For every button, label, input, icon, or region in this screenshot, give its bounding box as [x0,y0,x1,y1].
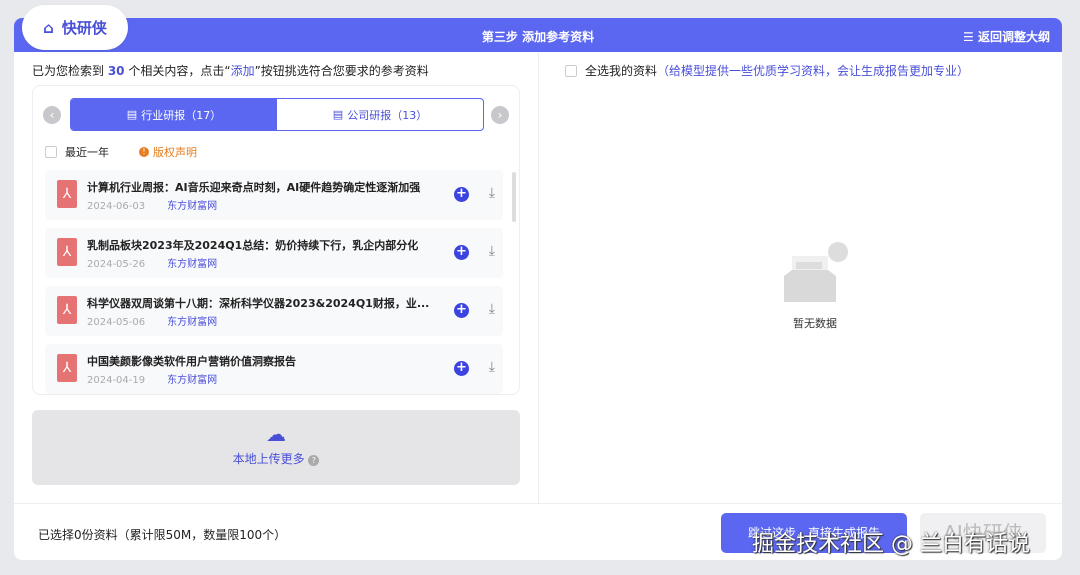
main-card: 第三步 添加参考资料 ☰ 返回调整大纲 已为您检索到 30 个相关内容，点击“添… [14,18,1062,560]
empty-inbox-icon [784,242,848,302]
document-icon: ▤ [332,108,344,121]
pdf-icon: ⅄ [57,180,77,208]
tab-company-report[interactable]: ▤ 公司研报（13） [277,99,483,130]
upload-button[interactable]: ☁ 本地上传更多 ? [32,410,520,485]
add-button[interactable]: + [454,245,469,260]
empty-state: 暂无数据 [770,240,860,331]
tabs: ▤ 行业研报（17） ▤ 公司研报（13） [70,98,484,131]
filters: 最近一年 ! 版权声明 [45,144,197,160]
download-icon[interactable]: ⤓ [489,243,495,259]
download-icon[interactable]: ⤓ [489,359,495,375]
download-icon[interactable]: ⤓ [489,301,495,317]
pdf-icon: ⅄ [57,238,77,266]
list-item: ⅄ 计算机行业周报：AI音乐迎来奇点时刻，AI硬件趋势确定性逐渐加强 2024-06… [45,170,503,220]
document-icon: ▤ [126,108,138,121]
info-icon: ! [139,147,149,157]
left-panel: 已为您检索到 30 个相关内容，点击“添加”按钮挑选符合您要求的参考资料 ‹ ▤… [14,52,539,503]
result-list: ⅄ 计算机行业周报：AI音乐迎来奇点时刻，AI硬件趋势确定性逐渐加强 2024-06… [45,170,503,402]
list-item: ⅄ 科学仪器双周谈第十八期：深析科学仪器2023&2024Q1财报，业... 202… [45,286,503,336]
home-icon: ⌂ [43,18,54,37]
cloud-upload-icon: ☁ [266,422,286,446]
download-icon[interactable]: ⤓ [489,185,495,201]
logo-text: 快研侠 [61,19,107,37]
tab-industry-report[interactable]: ▤ 行业研报（17） [71,99,277,130]
recent-year-checkbox[interactable] [45,146,57,158]
logo[interactable]: ⌂ 快研侠 [22,5,128,50]
add-button[interactable]: + [454,187,469,202]
list-item: ⅄ 乳制品板块2023年及2024Q1总结：奶价持续下行，乳企内部分化 2024-0… [45,228,503,278]
step-title: 第三步 添加参考资料 [481,30,595,44]
header: 第三步 添加参考资料 ☰ 返回调整大纲 [14,18,1062,52]
list-item: ⅄ 中国美颜影像类软件用户营销价值洞察报告 2024-04-19 东方财富网 + ⤓ [45,344,503,394]
pdf-icon: ⅄ [57,354,77,382]
help-icon[interactable]: ? [308,455,320,466]
back-to-outline-button[interactable]: ☰ 返回调整大纲 [963,28,1050,45]
pdf-icon: ⅄ [57,296,77,324]
scrollbar[interactable] [512,172,516,222]
add-button[interactable]: + [454,303,469,318]
results-box: ‹ ▤ 行业研报（17） ▤ 公司研报（13） › 最近一年 ! 版权声明 ⅄ 计算机行… [32,85,520,395]
add-button[interactable]: + [454,361,469,376]
right-panel: 全选我的资料 （给模型提供一些优质学习资料，会让生成报告更加专业） 暂无数据 [540,52,1062,503]
search-hint: 已为您检索到 30 个相关内容，点击“添加”按钮挑选符合您要求的参考资料 [32,64,429,78]
menu-icon: ☰ [963,30,978,44]
select-all-checkbox[interactable] [565,64,577,77]
prev-arrow-icon[interactable]: ‹ [43,106,61,124]
selection-summary: 已选择0份资料（累计限50M，数量限100个） [38,528,287,542]
next-arrow-icon[interactable]: › [491,106,509,124]
watermark: 掘金技术社区 @ 兰白有话说 [752,532,1030,557]
copyright-link[interactable]: ! 版权声明 [139,144,197,160]
